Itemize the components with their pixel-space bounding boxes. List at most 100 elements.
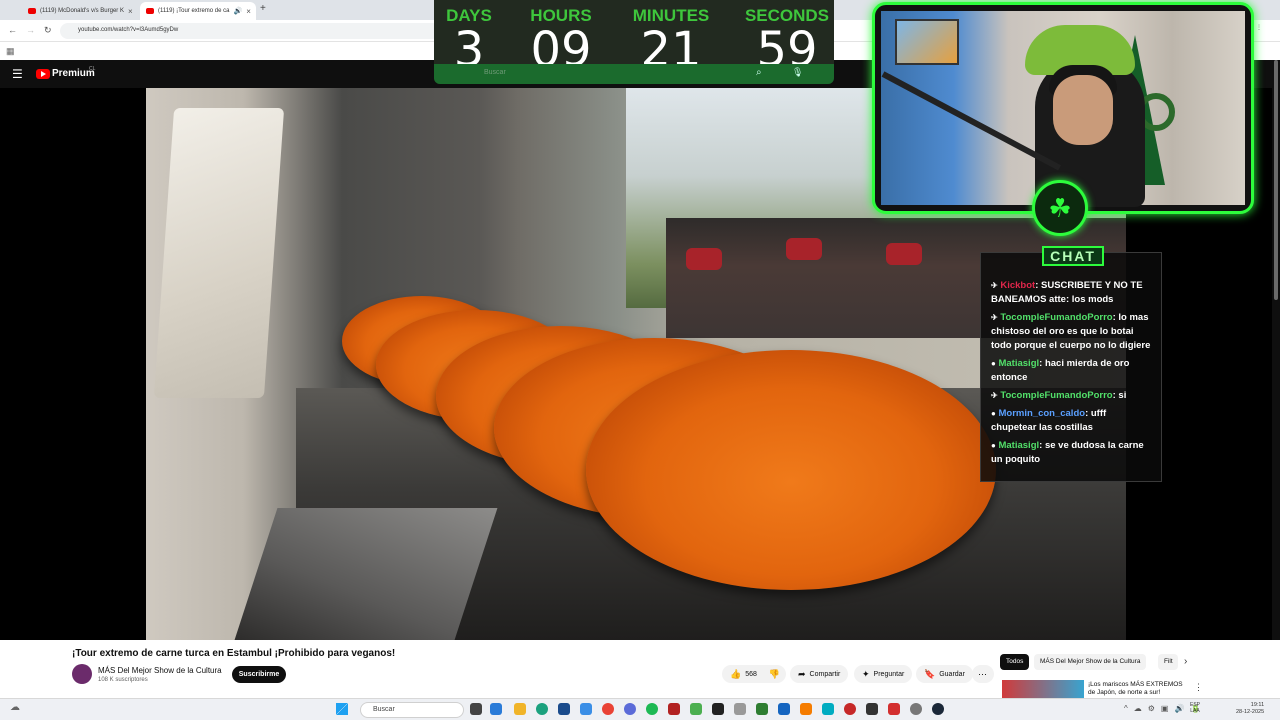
language-indicator[interactable]: ESP LAA xyxy=(1190,702,1200,714)
subscriber-count: 108 K suscriptores xyxy=(98,677,148,683)
badge-icon: ✈ xyxy=(991,281,998,290)
new-tab-button[interactable]: + xyxy=(260,3,266,14)
windows-taskbar: ☁ Buscar ^☁⚙▣🔊🔋 ESP LAA 19:11 28-12-2025 xyxy=(0,698,1280,720)
url-input[interactable]: youtube.com/watch?v=l3Aumd5gyDw xyxy=(60,23,440,39)
tab-title: (1119) McDonald's v/s Burger K xyxy=(40,8,124,14)
youtube-logo-icon[interactable] xyxy=(36,69,50,79)
spotify-icon[interactable] xyxy=(646,703,658,715)
chat-user: Kickbot xyxy=(1000,280,1036,291)
webcam-face xyxy=(1053,75,1113,145)
baklava-tray xyxy=(586,350,996,590)
chrome-icon[interactable] xyxy=(602,703,614,715)
chat-user: TocompleFumandoPorro xyxy=(1000,390,1113,401)
thumbs-up-icon[interactable]: 👍 xyxy=(730,669,741,680)
file-explorer-icon[interactable] xyxy=(514,703,526,715)
ask-button[interactable]: ✦ Preguntar xyxy=(854,665,913,683)
taskbar-clock[interactable]: 19:11 28-12-2025 xyxy=(1236,702,1264,716)
settings-icon[interactable] xyxy=(910,703,922,715)
share-icon: ➦ xyxy=(798,668,806,679)
video-chair xyxy=(786,238,822,260)
terminal-icon[interactable] xyxy=(712,703,724,715)
video-chair xyxy=(886,243,922,265)
bookmark-icon: 🔖 xyxy=(924,668,936,679)
forward-icon[interactable]: → xyxy=(26,25,35,35)
close-icon[interactable]: × xyxy=(246,7,251,16)
app-icon[interactable] xyxy=(558,703,570,715)
app-icon[interactable] xyxy=(580,703,592,715)
chat-user: Matiasigl xyxy=(998,358,1040,369)
hamburger-menu-icon[interactable]: ☰ xyxy=(12,67,23,81)
share-button[interactable]: ➦ Compartir xyxy=(790,665,849,683)
sparkle-icon: ✦ xyxy=(862,668,870,679)
recommendation-title[interactable]: ¡Los mariscos MÁS EXTREMOS de Japón, de … xyxy=(1088,681,1188,697)
app-icon[interactable] xyxy=(756,703,768,715)
app-icon[interactable] xyxy=(734,703,746,715)
like-dislike-button[interactable]: 👍 568 👎 xyxy=(722,665,786,683)
search-input[interactable]: Buscar xyxy=(484,69,506,76)
tab-mcdonalds[interactable]: (1119) McDonald's v/s Burger K × xyxy=(22,2,136,20)
more-vert-icon[interactable]: ⋮ xyxy=(1194,682,1203,693)
channel-name[interactable]: MÁS Del Mejor Show de la Cultura xyxy=(98,666,222,675)
thumbs-down-icon[interactable]: 👎 xyxy=(769,669,780,680)
badge-icon: ● xyxy=(991,409,996,418)
save-button[interactable]: 🔖 Guardar xyxy=(916,665,973,683)
discord-icon[interactable] xyxy=(624,703,636,715)
steam-icon[interactable] xyxy=(932,703,944,715)
scrollbar-thumb[interactable] xyxy=(1274,60,1278,300)
like-count: 568 xyxy=(745,670,757,678)
pickle-logo-icon: ☘ xyxy=(1032,180,1088,236)
close-icon[interactable]: × xyxy=(128,7,133,16)
speaker-icon[interactable]: 🔊 xyxy=(233,7,242,15)
app-icon[interactable] xyxy=(668,703,680,715)
app-icon[interactable] xyxy=(490,703,502,715)
app-icon[interactable] xyxy=(888,703,900,715)
clock-time: 19:11 xyxy=(1250,702,1265,708)
taskbar-search[interactable]: Buscar xyxy=(360,702,464,718)
microphone-icon[interactable]: 🎙 xyxy=(792,67,803,78)
recommendation-chips: Todos MÁS Del Mejor Show de la Cultura F… xyxy=(1000,654,1280,670)
chat-message: ● Matiasigl: haci mierda de oro entonce xyxy=(991,358,1130,383)
tab-tour-turca[interactable]: (1119) ¡Tour extremo de ca 🔊 × xyxy=(140,2,256,20)
video-plastic-bag xyxy=(153,108,285,398)
video-title: ¡Tour extremo de carne turca en Estambul… xyxy=(72,648,396,659)
screen: (1119) McDonald's v/s Burger K × (1119) … xyxy=(0,0,1280,720)
subscribe-button[interactable]: Suscribirme xyxy=(232,666,286,683)
recommendation-thumbnail[interactable] xyxy=(1002,680,1084,698)
back-icon[interactable]: ← xyxy=(8,25,17,35)
more-actions-button[interactable]: ⋯ xyxy=(972,665,994,683)
reload-icon[interactable]: ↻ xyxy=(44,25,52,36)
app-icon[interactable] xyxy=(866,703,878,715)
share-label: Compartir xyxy=(809,670,841,678)
weather-widget-icon[interactable]: ☁ xyxy=(10,702,20,713)
chat-message: ● Matiasigl: se ve dudosa la carne un po… xyxy=(991,440,1144,465)
chat-message: ✈ TocompleFumandoPorro: lo mas chistoso … xyxy=(991,312,1151,351)
chip-channel[interactable]: MÁS Del Mejor Show de la Cultura xyxy=(1034,654,1147,670)
channel-avatar[interactable] xyxy=(72,664,92,684)
app-icon[interactable] xyxy=(800,703,812,715)
task-view-icon[interactable] xyxy=(470,703,482,715)
chevron-right-icon[interactable]: › xyxy=(1184,656,1187,667)
clock-date: 28-12-2025 xyxy=(1236,709,1265,715)
app-icon[interactable] xyxy=(822,703,834,715)
chat-user: TocompleFumandoPorro xyxy=(1000,312,1113,323)
app-icon[interactable] xyxy=(844,703,856,715)
badge-icon: ✈ xyxy=(991,313,998,322)
chip-filter[interactable]: Filt xyxy=(1158,654,1178,670)
more-icon: ⋯ xyxy=(978,668,987,679)
chat-label: CHAT xyxy=(1042,246,1104,266)
app-icon[interactable] xyxy=(690,703,702,715)
app-icon[interactable] xyxy=(778,703,790,715)
windows-start-icon[interactable] xyxy=(336,703,348,715)
page-scrollbar[interactable] xyxy=(1272,60,1280,700)
extensions-area[interactable]: ⋮ xyxy=(1256,24,1262,31)
edge-icon[interactable] xyxy=(536,703,548,715)
chip-todos[interactable]: Todos xyxy=(1000,654,1030,670)
chat-message: ✈ Kickbot: SUSCRIBETE Y NO TE BANEAMOS a… xyxy=(991,280,1143,305)
chat-text: si xyxy=(1118,390,1127,401)
chat-user: Matiasigl xyxy=(998,440,1040,451)
search-icon[interactable]: ⌕ xyxy=(756,67,762,78)
apps-grid-icon[interactable]: ▦ xyxy=(6,46,15,57)
language-layout: LAA xyxy=(1190,708,1200,714)
url-text: youtube.com/watch?v=l3Aumd5gyDw xyxy=(78,27,179,33)
chat-message: ● Mormin_con_caldo: ufff chupetear las c… xyxy=(991,408,1107,433)
